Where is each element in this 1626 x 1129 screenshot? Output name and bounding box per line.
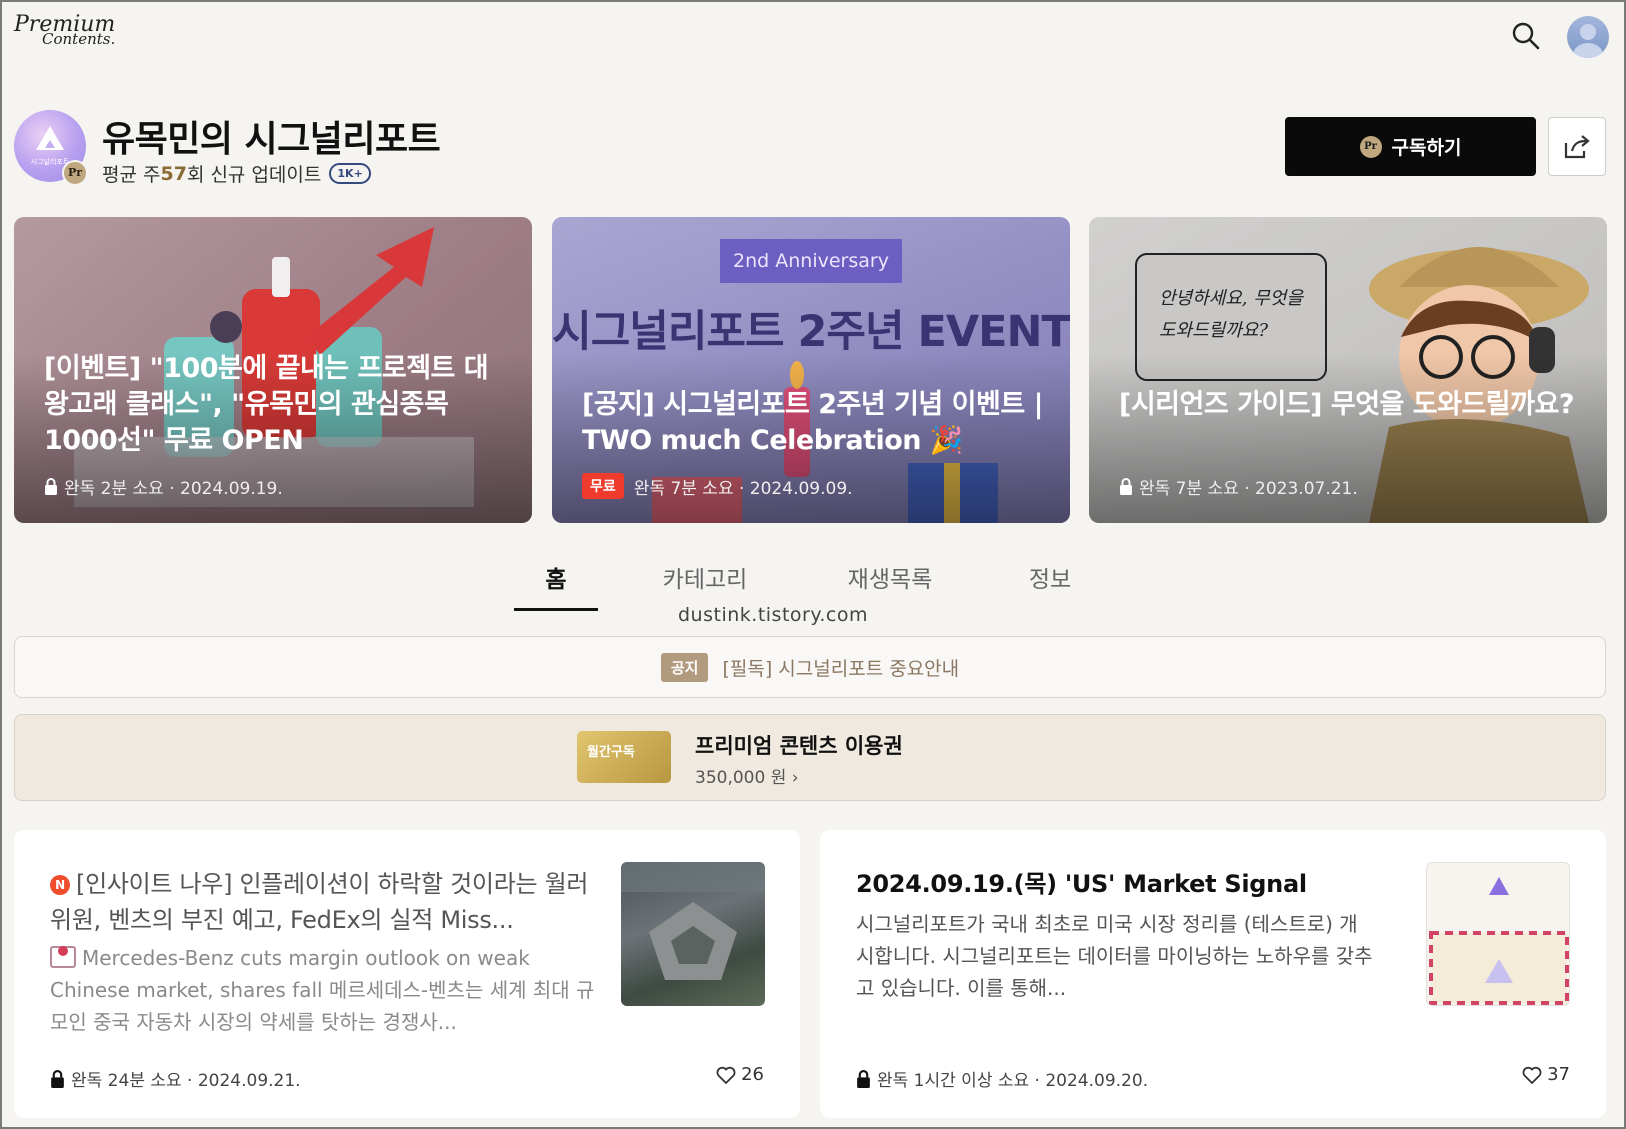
- post-description: 시그널리포트가 국내 최초로 미국 시장 정리를 (테스트로) 개시합니다. 시…: [856, 912, 1373, 1000]
- pass-card: 월간구독: [577, 731, 671, 783]
- banner-meta: 완독 7분 소요 · 2023.07.21.: [1119, 474, 1358, 499]
- like-button[interactable]: 37: [1522, 1064, 1570, 1085]
- post-card[interactable]: 2024.09.19.(목) 'US' Market Signal 시그널리포트…: [820, 830, 1606, 1118]
- like-count: 26: [741, 1064, 764, 1085]
- pentagon-aerial-image: [621, 862, 765, 980]
- share-button[interactable]: [1548, 117, 1606, 176]
- banner-meta: 무료 완독 7분 소요 · 2024.09.09.: [582, 473, 853, 499]
- like-count: 37: [1547, 1064, 1570, 1085]
- active-tab-indicator: [514, 608, 598, 611]
- notice-tag: 공지: [660, 652, 709, 682]
- channel-title: 유목민의 시그널리포트: [102, 119, 441, 160]
- lock-icon: [1120, 478, 1132, 495]
- banner-title: [이벤트] "100분에 끝내는 프로젝트 대왕고래 클래스", "유목민의 관…: [44, 353, 489, 456]
- notice-banner[interactable]: 공지 [필독] 시그널리포트 중요안내: [14, 636, 1606, 698]
- banner-meta: 완독 2분 소요 · 2024.09.19.: [44, 474, 283, 499]
- like-button[interactable]: 26: [716, 1064, 764, 1085]
- banner-card-guide[interactable]: 안녕하세요, 무엇을 도와드릴까요? [시리언즈 가이드] 무엇을 도와드릴까요…: [1089, 217, 1607, 523]
- avatar-body: [1573, 43, 1603, 58]
- premium-badge: Pr: [62, 160, 88, 186]
- channel-logo-mark-inner: [45, 140, 55, 148]
- subscribe-label: 구독하기: [1391, 137, 1462, 159]
- user-avatar[interactable]: [1567, 16, 1609, 58]
- premium-contents-logo[interactable]: Premium Contents.: [14, 14, 115, 47]
- post-meta: 완독 24분 소요 · 2024.09.21.: [50, 1066, 301, 1091]
- post-thumbnail: [1426, 862, 1570, 1006]
- envelope-icon: [50, 946, 76, 968]
- notice-text: [필독] 시그널리포트 중요안내: [722, 657, 960, 680]
- premium-icon: Pr: [1359, 135, 1382, 158]
- banner-meta-text: 완독 7분 소요 · 2023.07.21.: [1139, 479, 1358, 499]
- logo-line2: Contents.: [42, 30, 116, 48]
- pass-name: 프리미엄 콘텐츠 이용권: [695, 734, 903, 758]
- subscription-pass[interactable]: 월간구독 프리미엄 콘텐츠 이용권 350,000 원 ›: [14, 714, 1606, 801]
- subscribe-button[interactable]: Pr 구독하기: [1285, 117, 1536, 176]
- subscriber-count-badge: 1K+: [329, 163, 371, 184]
- banner-card-anniversary[interactable]: 2nd Anniversary 시그널리포트 2주년 EVENT [공지] 시그…: [552, 217, 1070, 523]
- update-suffix: 회 신규 업데이트: [186, 164, 322, 186]
- pass-price: 350,000 원 ›: [695, 768, 799, 788]
- share-icon: [1564, 134, 1590, 158]
- post-meta-text: 완독 1시간 이상 소요 · 2024.09.20.: [877, 1071, 1149, 1091]
- update-count: 57: [160, 162, 187, 185]
- post-description-text: Mercedes-Benz cuts margin outlook on wea…: [50, 946, 595, 1034]
- lock-icon: [51, 1069, 64, 1088]
- free-badge: 무료: [582, 473, 624, 499]
- post-title-text: [인사이트 나우] 인플레이션이 하락할 것이라는 월러 위원, 벤츠의 부진 …: [50, 870, 589, 934]
- channel-update-info: 평균 주 57 회 신규 업데이트 1K+: [102, 160, 371, 187]
- watermark-text: dustink.tistory.com: [678, 604, 868, 626]
- lock-icon: [857, 1069, 870, 1088]
- update-prefix: 평균 주: [102, 164, 161, 186]
- tab-category[interactable]: 카테고리: [645, 560, 765, 594]
- post-description: Mercedes-Benz cuts margin outlook on wea…: [50, 942, 600, 1038]
- post-card[interactable]: N [인사이트 나우] 인플레이션이 하락할 것이라는 월러 위원, 벤츠의 부진…: [14, 830, 800, 1118]
- tab-playlist[interactable]: 재생목록: [828, 560, 952, 594]
- post-meta-text: 완독 24분 소요 · 2024.09.21.: [71, 1071, 301, 1091]
- post-meta: 완독 1시간 이상 소요 · 2024.09.20.: [856, 1066, 1148, 1091]
- tab-info[interactable]: 정보: [1015, 560, 1085, 594]
- banner-title: [시리언즈 가이드] 무엇을 도와드릴까요?: [1119, 389, 1574, 420]
- lock-icon: [45, 478, 57, 495]
- heart-icon: [716, 1066, 736, 1084]
- search-icon[interactable]: [1510, 20, 1542, 52]
- us-market-envelope-image: [1429, 877, 1569, 1005]
- banner-title: [공지] 시그널리포트 2주년 기념 이벤트 | TWO much Celebr…: [582, 389, 1043, 456]
- post-title: 2024.09.19.(목) 'US' Market Signal: [856, 870, 1307, 898]
- post-title: N [인사이트 나우] 인플레이션이 하락할 것이라는 월러 위원, 벤츠의 부진…: [50, 866, 590, 938]
- new-badge: N: [50, 875, 70, 895]
- banner-card-event[interactable]: [이벤트] "100분에 끝내는 프로젝트 대왕고래 클래스", "유목민의 관…: [14, 217, 532, 523]
- heart-icon: [1522, 1066, 1542, 1084]
- avatar-head: [1580, 24, 1596, 40]
- post-thumbnail: [621, 862, 765, 1006]
- banner-meta-text: 완독 2분 소요 · 2024.09.19.: [64, 479, 283, 499]
- banner-meta-text: 완독 7분 소요 · 2024.09.09.: [633, 478, 853, 499]
- tab-home[interactable]: 홈: [514, 560, 598, 594]
